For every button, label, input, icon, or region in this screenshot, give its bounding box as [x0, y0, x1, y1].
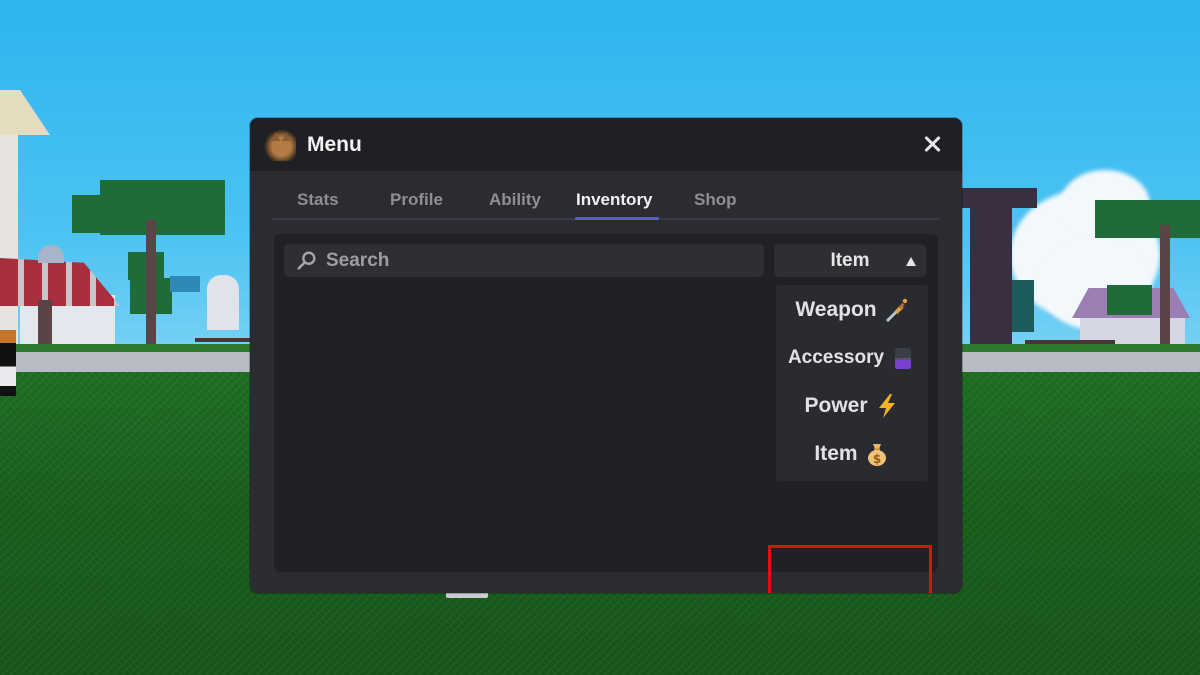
- tab-stats[interactable]: Stats: [297, 190, 339, 210]
- tree-trunk: [146, 220, 156, 360]
- dropdown-options: Weapon Accessory Power Item $: [776, 285, 928, 481]
- search-bar[interactable]: [284, 244, 764, 277]
- tab-inventory[interactable]: Inventory: [576, 190, 653, 210]
- tab-profile[interactable]: Profile: [390, 190, 443, 210]
- tab-ability[interactable]: Ability: [489, 190, 541, 210]
- tree-canopy: [1095, 200, 1200, 238]
- money-bag-icon: $: [864, 441, 890, 467]
- option-item[interactable]: Item $: [776, 431, 928, 477]
- option-label: Accessory: [787, 347, 885, 368]
- dropdown-selected-value: Item: [830, 249, 870, 271]
- tree-canopy: [1107, 285, 1152, 315]
- menu-window: Menu Stats Profile Ability Inventory Sho…: [250, 118, 962, 593]
- player-character: [0, 330, 16, 396]
- svg-text:$: $: [872, 452, 880, 466]
- category-dropdown[interactable]: Item: [774, 244, 926, 277]
- search-input[interactable]: [326, 249, 746, 272]
- tab-bar: Stats Profile Ability Inventory Shop: [272, 180, 940, 220]
- dagger-icon: [883, 297, 909, 323]
- option-label: Weapon: [795, 298, 877, 321]
- windmill: [207, 275, 239, 330]
- menu-header: Menu: [250, 118, 962, 171]
- dome: [38, 245, 64, 263]
- sign: [170, 276, 200, 292]
- cat-avatar-icon: [264, 128, 296, 161]
- triangle-up-icon: [906, 257, 916, 266]
- option-label: Power: [804, 394, 868, 417]
- bush: [1012, 280, 1034, 332]
- purple-can-icon: [890, 345, 916, 371]
- inventory-panel: Item Weapon Accessory: [274, 234, 938, 593]
- fence: [195, 338, 250, 342]
- lightning-icon: [874, 393, 900, 419]
- search-icon: [297, 251, 316, 270]
- dark-pillar: [970, 205, 1012, 355]
- tree-trunk: [1160, 225, 1170, 357]
- option-label: Item: [814, 442, 858, 465]
- menu-title: Menu: [307, 132, 362, 156]
- option-accessory[interactable]: Accessory: [776, 335, 928, 381]
- option-weapon[interactable]: Weapon: [776, 287, 928, 333]
- tab-shop[interactable]: Shop: [694, 190, 737, 210]
- tree-canopy: [100, 180, 225, 235]
- house-roof: [0, 90, 50, 135]
- shop-awning: [0, 258, 120, 306]
- option-power[interactable]: Power: [776, 383, 928, 429]
- close-button[interactable]: [920, 132, 944, 156]
- highlight-box: [768, 545, 932, 593]
- active-tab-indicator: [575, 217, 659, 220]
